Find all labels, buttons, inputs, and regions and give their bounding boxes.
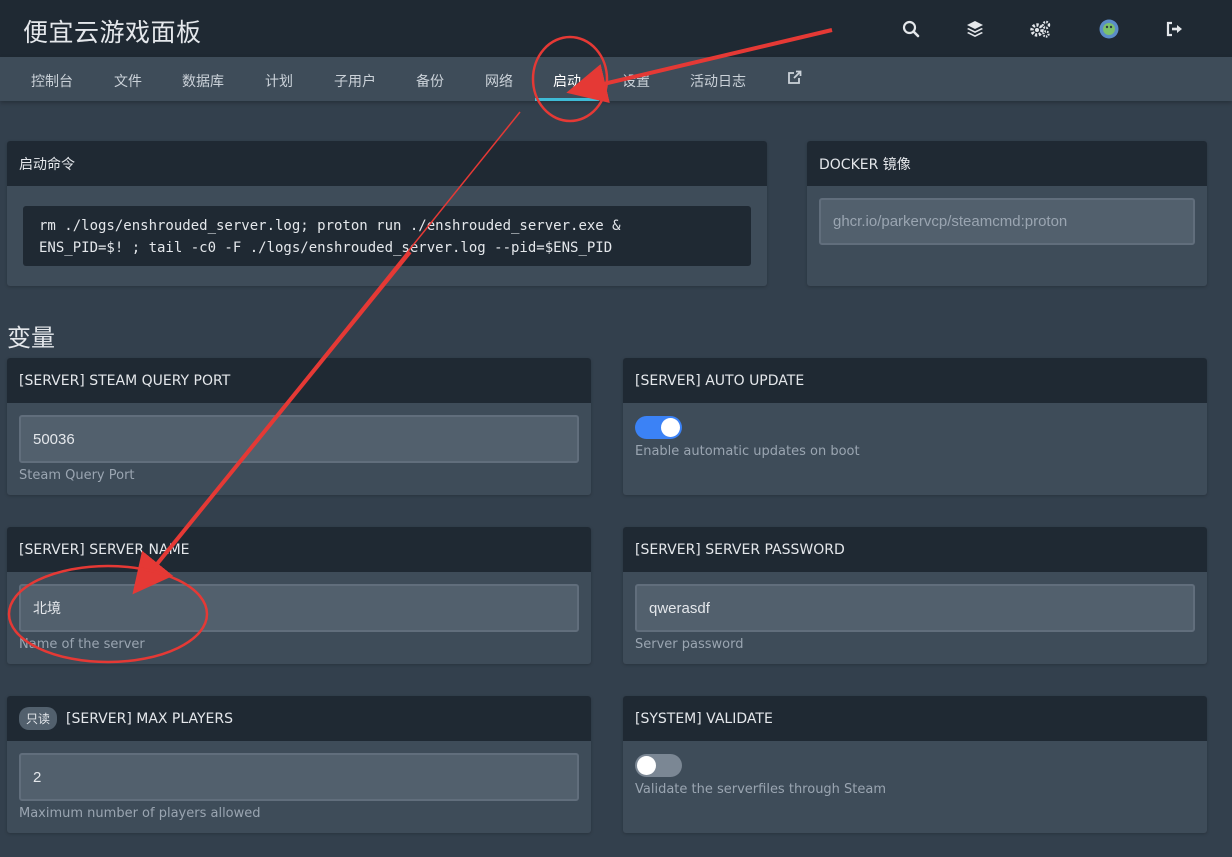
variable-card-auto-update: [SERVER] AUTO UPDATE Enable automatic up…	[623, 358, 1207, 495]
validate-toggle[interactable]	[635, 754, 682, 777]
server-name-input[interactable]: 北境	[19, 584, 579, 632]
tab-databases[interactable]: 数据库	[182, 71, 224, 91]
tab-network[interactable]: 网络	[485, 71, 513, 91]
variable-help-text: Name of the server	[19, 637, 145, 652]
read-only-badge: 只读	[19, 707, 58, 730]
tab-subusers[interactable]: 子用户	[334, 71, 376, 91]
variable-card-server-name: [SERVER] SERVER NAME 北境 Name of the serv…	[7, 527, 591, 664]
variables-title: 变量	[7, 324, 55, 352]
variable-heading: [SYSTEM] VALIDATE	[623, 696, 1207, 741]
startup-command-card: 启动命令 rm ./logs/enshrouded_server.log; pr…	[7, 141, 767, 286]
docker-image-field[interactable]: ghcr.io/parkervcp/steamcmd:proton	[819, 198, 1195, 245]
avatar[interactable]	[1098, 18, 1120, 40]
server-password-input[interactable]: qwerasdf	[635, 584, 1195, 632]
query-port-value: 50036	[33, 430, 75, 448]
docker-image-value: ghcr.io/parkervcp/steamcmd:proton	[833, 213, 1068, 230]
cogs-icon[interactable]	[1029, 18, 1051, 40]
variable-help-text: Server password	[635, 637, 744, 652]
tab-settings[interactable]: 设置	[622, 71, 650, 91]
variable-card-query-port: [SERVER] STEAM QUERY PORT 50036 Steam Qu…	[7, 358, 591, 495]
auto-update-toggle[interactable]	[635, 416, 682, 439]
tab-startup[interactable]: 启动	[553, 71, 581, 91]
toggle-knob	[661, 418, 680, 437]
tab-console[interactable]: 控制台	[31, 71, 73, 91]
max-players-input[interactable]: 2	[19, 753, 579, 801]
variable-heading: [SERVER] STEAM QUERY PORT	[7, 358, 591, 403]
server-password-value: qwerasdf	[649, 599, 710, 617]
variable-card-validate: [SYSTEM] VALIDATE Validate the serverfil…	[623, 696, 1207, 833]
layers-icon[interactable]	[964, 18, 986, 40]
tab-activity[interactable]: 活动日志	[690, 71, 746, 91]
variable-help-text: Maximum number of players allowed	[19, 806, 261, 821]
startup-command-heading: 启动命令	[7, 141, 767, 186]
sub-navigation: 控制台 文件 数据库 计划 子用户 备份 网络 启动 设置 活动日志	[0, 57, 1232, 101]
variable-help-text: Validate the serverfiles through Steam	[635, 782, 887, 797]
logout-icon[interactable]	[1164, 18, 1186, 40]
app-title[interactable]: 便宜云游戏面板	[23, 13, 202, 49]
variable-card-server-password: [SERVER] SERVER PASSWORD qwerasdf Server…	[623, 527, 1207, 664]
active-tab-indicator	[535, 98, 599, 101]
max-players-value: 2	[33, 768, 42, 786]
variable-card-max-players: 只读 [SERVER] MAX PLAYERS 2 Maximum number…	[7, 696, 591, 833]
variable-heading: [SERVER] SERVER NAME	[7, 527, 591, 572]
server-name-value: 北境	[33, 601, 61, 617]
startup-command-line2: ENS_PID=$! ; tail -c0 -F ./logs/enshroud…	[39, 240, 613, 256]
variable-heading: [SERVER] AUTO UPDATE	[623, 358, 1207, 403]
variable-heading-row: 只读 [SERVER] MAX PLAYERS	[7, 696, 591, 741]
tab-schedules[interactable]: 计划	[265, 71, 293, 91]
startup-command-box: rm ./logs/enshrouded_server.log; proton …	[23, 206, 751, 266]
docker-image-heading: DOCKER 镜像	[807, 141, 1207, 186]
toggle-knob	[637, 756, 656, 775]
search-icon[interactable]	[900, 18, 922, 40]
top-bar: 便宜云游戏面板	[0, 0, 1232, 57]
docker-image-card: DOCKER 镜像 ghcr.io/parkervcp/steamcmd:pro…	[807, 141, 1207, 286]
tab-backups[interactable]: 备份	[416, 71, 444, 91]
query-port-input[interactable]: 50036	[19, 415, 579, 463]
startup-command-line1: rm ./logs/enshrouded_server.log; proton …	[39, 218, 621, 234]
variable-heading: [SERVER] SERVER PASSWORD	[623, 527, 1207, 572]
variable-heading: [SERVER] MAX PLAYERS	[66, 710, 233, 727]
tab-files[interactable]: 文件	[114, 71, 142, 91]
variable-help-text: Steam Query Port	[19, 468, 135, 483]
variable-help-text: Enable automatic updates on boot	[635, 444, 860, 459]
external-link-icon[interactable]	[787, 70, 802, 89]
